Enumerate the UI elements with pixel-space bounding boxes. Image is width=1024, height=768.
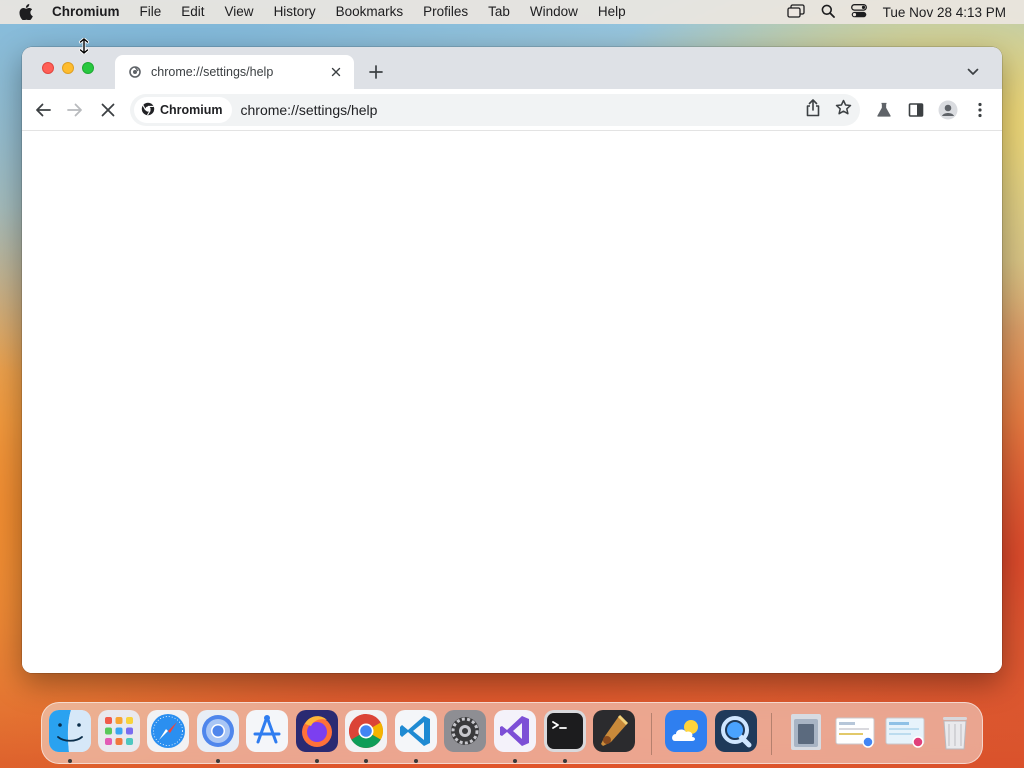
menu-help[interactable]: Help (588, 0, 636, 24)
menu-edit[interactable]: Edit (171, 0, 214, 24)
dock-separator (651, 713, 652, 755)
experiments-flask-icon[interactable] (868, 94, 900, 126)
browser-window: chrome://settings/help Chromium chrome:/… (22, 47, 1002, 673)
control-center-icon[interactable] (850, 3, 867, 21)
tab-settings-help[interactable]: chrome://settings/help (115, 55, 354, 89)
downloads-stack-icon[interactable] (785, 710, 827, 752)
resize-cursor-icon (78, 37, 90, 55)
finder-running-indicator (68, 759, 72, 763)
stop-loading-button[interactable] (92, 94, 124, 126)
profile-avatar-icon[interactable] (932, 94, 964, 126)
screen-mirroring-icon[interactable] (787, 3, 805, 21)
menu-history[interactable]: History (264, 0, 326, 24)
quicktime-player-icon[interactable] (715, 710, 757, 752)
visual-studio-icon[interactable] (494, 710, 536, 752)
chromium-logo-icon (141, 102, 155, 119)
google-chrome-icon[interactable] (345, 710, 387, 752)
tab-title: chrome://settings/help (151, 65, 274, 79)
back-button[interactable] (27, 94, 59, 126)
visual-studio-running-indicator (513, 759, 517, 763)
url-text[interactable]: chrome://settings/help (241, 102, 378, 118)
safari-icon[interactable] (147, 710, 189, 752)
page-content (22, 131, 1002, 673)
menu-view[interactable]: View (215, 0, 264, 24)
firefox-running-indicator (315, 759, 319, 763)
minimize-window-button[interactable] (62, 62, 74, 74)
trash-icon[interactable] (934, 710, 976, 752)
share-icon[interactable] (805, 98, 821, 122)
menu-profiles[interactable]: Profiles (413, 0, 478, 24)
terminal-running-indicator (563, 759, 567, 763)
close-window-button[interactable] (42, 62, 54, 74)
new-tab-button[interactable] (366, 62, 386, 82)
menu-window[interactable]: Window (520, 0, 588, 24)
menu-tab[interactable]: Tab (478, 0, 520, 24)
bookmark-star-icon[interactable] (835, 99, 852, 121)
instruments-icon[interactable] (593, 710, 635, 752)
chromium-running-indicator (216, 759, 220, 763)
system-settings-icon[interactable] (444, 710, 486, 752)
menu-bar: Chromium File Edit View History Bookmark… (0, 0, 1024, 24)
app-store-icon[interactable] (246, 710, 288, 752)
chromium-icon[interactable] (197, 710, 239, 752)
zoom-window-button[interactable] (82, 62, 94, 74)
google-chrome-running-indicator (364, 759, 368, 763)
forward-button[interactable] (59, 94, 91, 126)
dock (41, 702, 983, 764)
more-menu-icon[interactable] (964, 94, 996, 126)
spotlight-search-icon[interactable] (821, 4, 835, 21)
menu-bookmarks[interactable]: Bookmarks (326, 0, 414, 24)
side-panel-icon[interactable] (900, 94, 932, 126)
menu-app-name[interactable]: Chromium (52, 0, 130, 24)
firefox-icon[interactable] (296, 710, 338, 752)
menu-clock[interactable]: Tue Nov 28 4:13 PM (883, 5, 1006, 20)
apple-menu-icon[interactable] (0, 4, 52, 20)
terminal-icon[interactable] (544, 710, 586, 752)
site-info-chip[interactable]: Chromium (134, 97, 232, 123)
window-controls (42, 62, 94, 74)
visual-studio-code-icon[interactable] (395, 710, 437, 752)
vscode-running-indicator (414, 759, 418, 763)
tab-search-chevron-down-icon[interactable] (964, 63, 982, 81)
dock-separator (771, 713, 772, 755)
menu-file[interactable]: File (130, 0, 172, 24)
document-stack-icon[interactable] (834, 710, 876, 752)
finder-icon[interactable] (49, 710, 91, 752)
close-tab-icon[interactable] (328, 64, 344, 80)
tab-strip: chrome://settings/help (22, 47, 1002, 89)
document-stack-icon[interactable] (884, 710, 926, 752)
browser-toolbar: Chromium chrome://settings/help (22, 89, 1002, 131)
omnibox-actions (805, 94, 852, 126)
launchpad-icon[interactable] (98, 710, 140, 752)
weather-icon[interactable] (665, 710, 707, 752)
omnibox[interactable]: Chromium chrome://settings/help (130, 94, 860, 126)
site-chip-label: Chromium (160, 103, 223, 117)
loading-favicon-icon (128, 65, 142, 79)
